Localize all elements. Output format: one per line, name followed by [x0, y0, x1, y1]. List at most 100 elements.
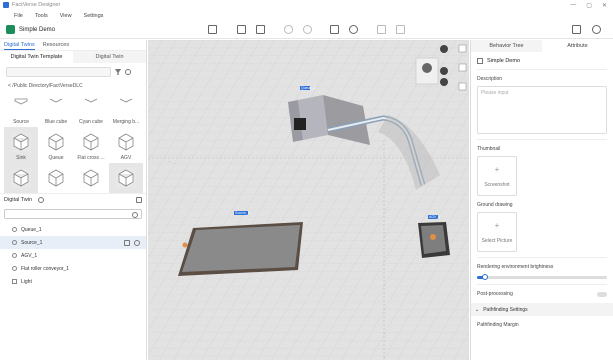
link-icon[interactable] — [124, 239, 130, 246]
3d-viewport[interactable]: — Source_1 Queue_1 AGV_1 — [148, 40, 469, 360]
tree-item-source[interactable]: Source_1 — [0, 236, 146, 249]
camera-icon[interactable] — [440, 67, 448, 75]
save-icon[interactable] — [256, 25, 265, 34]
menu-view[interactable]: View — [60, 13, 72, 19]
right-panel: Behavior Tree Attribute Simple Demo Desc… — [470, 40, 613, 360]
template-label: AGV — [120, 155, 132, 161]
tree-item-label: AGV_1 — [21, 252, 38, 259]
delete-icon[interactable] — [396, 25, 405, 34]
template-item[interactable] — [109, 163, 143, 193]
template-cyan-cube[interactable]: Cyan cube — [74, 91, 108, 127]
digital-twin-header: Digital Twin — [0, 193, 146, 205]
template-item[interactable] — [4, 163, 38, 193]
eye-icon[interactable] — [134, 239, 140, 246]
layers-icon[interactable] — [458, 63, 467, 72]
menu-tools[interactable]: Tools — [35, 13, 48, 19]
copy-icon[interactable] — [330, 25, 339, 34]
description-input[interactable]: Please input — [477, 86, 607, 134]
template-item[interactable] — [39, 163, 73, 193]
template-source[interactable]: Source — [4, 91, 38, 127]
fullscreen-icon[interactable] — [458, 44, 467, 53]
collapse-icon[interactable] — [136, 196, 142, 203]
cube-icon — [11, 132, 31, 152]
close-button[interactable]: ✕ — [602, 2, 607, 9]
visibility-icon[interactable] — [38, 196, 45, 203]
template-label: Blue cube — [44, 119, 68, 125]
compass-icon[interactable] — [440, 78, 448, 86]
cube-icon — [116, 168, 136, 188]
agv[interactable] — [418, 222, 450, 258]
tab-resources[interactable]: Resources — [43, 42, 69, 50]
tab-attribute[interactable]: Attribute — [542, 40, 613, 52]
subtab-digital-twin-template[interactable]: Digital Twin Template — [0, 51, 73, 63]
scene-canvas[interactable]: — Source_1 Queue_1 AGV_1 — [148, 40, 469, 360]
tree-item-agv[interactable]: AGV_1 — [0, 249, 146, 262]
target-icon[interactable] — [349, 25, 358, 34]
cube-icon — [116, 132, 136, 152]
template-queue[interactable]: Queue — [39, 127, 73, 163]
cube-icon — [81, 168, 101, 188]
minimap-icon[interactable] — [458, 82, 467, 91]
undo-icon[interactable] — [284, 25, 293, 34]
object-icon — [12, 266, 17, 271]
template-item[interactable] — [74, 163, 108, 193]
tree-item-conveyor[interactable]: Flat roller conveyor_1 — [0, 262, 146, 275]
slider-handle[interactable] — [481, 274, 488, 280]
ground-drawing-label: Ground drawing — [477, 202, 513, 208]
template-agv[interactable]: AGV — [109, 127, 143, 163]
tree-item-label: Queue_1 — [21, 226, 42, 233]
template-blue-cube[interactable]: Blue cube — [39, 91, 73, 127]
object-icon — [12, 253, 17, 258]
menu-bar: File Tools View Settings — [0, 10, 613, 21]
maximize-button[interactable]: ▢ — [586, 2, 592, 9]
plus-icon: + — [494, 164, 500, 174]
cube-icon — [46, 96, 66, 116]
digital-twin-search-input[interactable] — [4, 209, 142, 219]
screenshot-label: Screenshot — [484, 181, 510, 188]
menu-settings[interactable]: Settings — [84, 13, 104, 19]
brightness-slider[interactable] — [477, 274, 607, 280]
tree-item-queue[interactable]: Queue_1 — [0, 223, 146, 236]
brightness-label: Rendering environment brightness — [477, 264, 554, 270]
redo-icon[interactable] — [303, 25, 312, 34]
refresh-icon[interactable] — [125, 69, 131, 75]
cube-icon — [81, 132, 101, 152]
template-sink[interactable]: Sink — [4, 127, 38, 163]
chart-icon[interactable] — [572, 25, 581, 34]
breadcrumb[interactable]: < /Public Directory/FactVerseDLC — [0, 81, 146, 91]
view-menu-icon[interactable] — [440, 45, 448, 53]
edit-icon[interactable] — [477, 58, 483, 64]
template-label: Queue — [48, 155, 64, 161]
floor-plate[interactable] — [178, 222, 303, 276]
template-label: Flat cross ... — [77, 155, 105, 161]
duplicate-icon[interactable] — [377, 25, 386, 34]
menu-file[interactable]: File — [14, 13, 23, 19]
subtab-digital-twin[interactable]: Digital Twin — [73, 51, 146, 63]
template-search-input[interactable] — [6, 67, 111, 77]
tab-behavior-tree[interactable]: Behavior Tree — [471, 40, 542, 52]
tab-digital-twins[interactable]: Digital Twins — [4, 42, 35, 50]
pathfinding-margin-label: Pathfinding Margin — [477, 322, 519, 328]
cube-icon — [46, 132, 66, 152]
template-flat-cross[interactable]: Flat cross ... — [74, 127, 108, 163]
cube-icon — [81, 96, 101, 116]
template-merging[interactable]: Merging b... — [109, 91, 143, 127]
grid-view-icon[interactable] — [237, 25, 246, 34]
home-icon[interactable] — [208, 25, 217, 34]
pathfinding-settings-header[interactable]: ⌄ Pathfinding Settings — [471, 303, 613, 316]
screenshot-button[interactable]: + Screenshot — [477, 156, 517, 196]
template-grid: Source Blue cube Cyan cube Merging b... … — [0, 91, 146, 193]
settings-gear-icon[interactable] — [592, 25, 601, 34]
post-processing-toggle[interactable] — [597, 291, 607, 297]
minimize-button[interactable]: — — [570, 2, 576, 9]
window-title: FactVerse Designer — [12, 2, 61, 8]
tree-item-label: Flat roller conveyor_1 — [21, 265, 70, 272]
app-logo-icon — [3, 2, 9, 8]
tree-item-light[interactable]: Light — [0, 275, 146, 288]
chevron-down-icon: ⌄ — [475, 306, 480, 313]
filter-icon[interactable] — [115, 69, 121, 75]
select-picture-button[interactable]: + Select Picture — [477, 212, 517, 252]
thumbnail-label: Thumbnail — [477, 146, 501, 152]
object-icon — [12, 240, 17, 245]
template-label: Merging b... — [112, 119, 140, 125]
